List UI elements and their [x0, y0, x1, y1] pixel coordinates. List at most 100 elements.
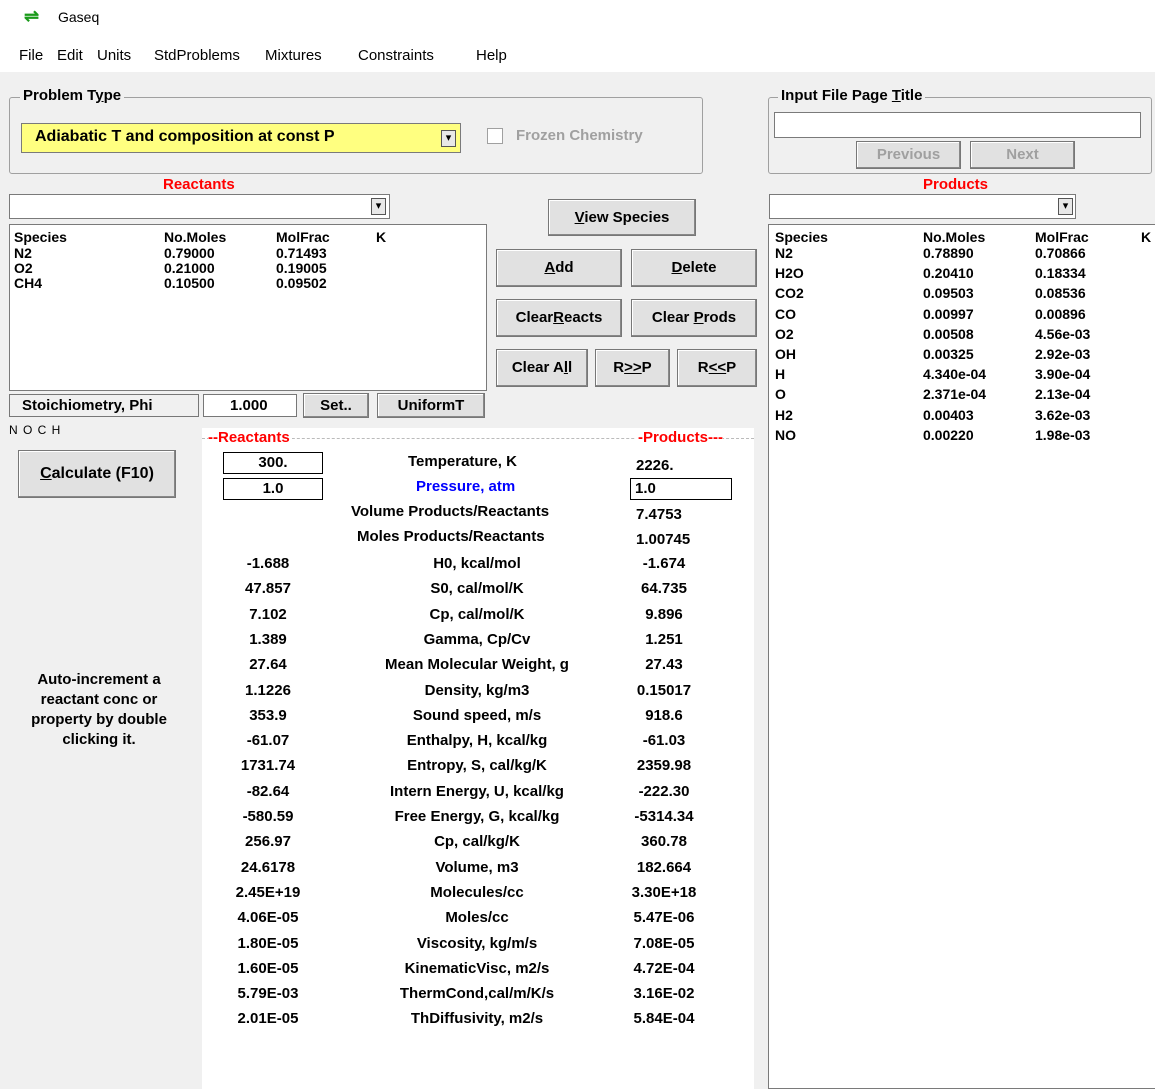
product-value: -5314.34 [634, 808, 694, 825]
previous-button[interactable]: Previous [856, 141, 961, 169]
reactant-moles: 0.79000 [164, 245, 215, 261]
clear-prods-button[interactable]: Clear Prods [631, 299, 757, 337]
product-value: 2359.98 [636, 757, 692, 775]
result-row[interactable]: -61.07 Enthalpy, H, kcal/kg -61.03 [202, 732, 752, 757]
menu-bar: File Edit Units StdProblems Mixtures Con… [0, 36, 1155, 72]
product-species: N2 [775, 245, 793, 261]
reactant-value: 1.60E-05 [237, 959, 299, 977]
reactant-value: 1.1226 [245, 681, 291, 699]
dropdown-arrow-icon[interactable]: ▾ [1058, 198, 1073, 215]
reactant-value: 7.102 [249, 605, 287, 623]
property-label: KinematicVisc, m2/s [404, 959, 550, 977]
set-button[interactable]: Set.. [303, 393, 369, 418]
result-row[interactable]: 4.06E-05 Moles/cc 5.47E-06 [202, 909, 752, 934]
uniform-t-button[interactable]: UniformT [377, 393, 485, 418]
reactant-value: 1.389 [249, 630, 287, 648]
reactant-value: 256.97 [245, 833, 291, 851]
result-row[interactable]: -1.688 H0, kcal/mol -1.674 [202, 555, 752, 580]
property-label: ThDiffusivity, m2/s [410, 1010, 544, 1028]
problem-type-select[interactable]: Adiabatic T and composition at const P ▾ [21, 123, 461, 153]
reactant-molfrac: 0.71493 [276, 245, 327, 261]
problem-type-label: Problem Type [20, 87, 125, 104]
result-row[interactable]: 5.79E-03 ThermCond,cal/m/K/s 3.16E-02 [202, 985, 752, 1010]
result-row[interactable]: 256.97 Cp, cal/kg/K 360.78 [202, 833, 752, 858]
result-row[interactable]: 1.60E-05 KinematicVisc, m2/s 4.72E-04 [202, 960, 752, 985]
menu-edit[interactable]: Edit [57, 47, 83, 64]
reactants-species-select[interactable]: ▾ [9, 194, 390, 219]
result-row[interactable]: 353.9 Sound speed, m/s 918.6 [202, 707, 752, 732]
product-moles: 0.78890 [923, 245, 974, 261]
result-row[interactable]: 47.857 S0, cal/mol/K 64.735 [202, 580, 752, 605]
dropdown-arrow-icon[interactable]: ▾ [441, 130, 456, 147]
clear-reacts-button[interactable]: ClearReacts [496, 299, 622, 337]
menu-help[interactable]: Help [476, 47, 507, 64]
menu-constraints[interactable]: Constraints [358, 47, 434, 64]
reactant-temperature-input[interactable]: 300. [223, 452, 323, 474]
property-label: ThermCond,cal/m/K/s [399, 985, 555, 1003]
reactant-species: O2 [14, 260, 33, 276]
product-molfrac: 0.70866 [1035, 245, 1086, 261]
reactant-molfrac: 0.19005 [276, 260, 327, 276]
product-species: CO [775, 305, 796, 322]
menu-file[interactable]: File [19, 47, 43, 64]
page-title-input[interactable] [774, 112, 1141, 138]
reactant-moles: 0.21000 [164, 260, 215, 276]
view-species-button[interactable]: View Species [548, 199, 696, 236]
product-moles: 0.00997 [923, 305, 974, 322]
menu-stdproblems[interactable]: StdProblems [154, 47, 240, 64]
frozen-chemistry-checkbox[interactable] [487, 128, 503, 144]
result-row[interactable]: 1.80E-05 Viscosity, kg/m/s 7.08E-05 [202, 935, 752, 960]
stoich-label-box: Stoichiometry, Phi [9, 394, 199, 417]
calculate-button[interactable]: Calculate (F10) [18, 450, 176, 498]
reactant-value: 1.80E-05 [237, 934, 299, 952]
result-row[interactable]: 2.45E+19 Molecules/cc 3.30E+18 [202, 884, 752, 909]
add-button[interactable]: Add [496, 249, 622, 287]
product-value: 3.30E+18 [631, 883, 697, 901]
reactant-pressure-input[interactable]: 1.0 [223, 478, 323, 500]
result-row[interactable]: -82.64 Intern Energy, U, kcal/kg -222.30 [202, 783, 752, 808]
product-species: H2 [775, 406, 793, 423]
product-pressure-input[interactable]: 1.0 [630, 478, 732, 500]
product-species: CO2 [775, 285, 804, 302]
result-row[interactable]: 1.389 Gamma, Cp/Cv 1.251 [202, 631, 752, 656]
product-value: 5.84E-04 [633, 1010, 695, 1028]
products-species-select[interactable]: ▾ [769, 194, 1076, 219]
result-row[interactable]: 1731.74 Entropy, S, cal/kg/K 2359.98 [202, 757, 752, 782]
result-row[interactable]: 7.102 Cp, cal/mol/K 9.896 [202, 606, 752, 631]
stoich-value-field[interactable]: 1.000 [203, 394, 297, 417]
products-list[interactable]: Species No.Moles MolFrac K N2 0.78890 0.70… [768, 224, 1155, 1089]
product-value: 182.664 [636, 858, 692, 876]
property-label: Sound speed, m/s [412, 706, 542, 724]
clear-all-button[interactable]: Clear All [496, 349, 588, 387]
product-value: -61.03 [642, 732, 686, 750]
reactants-to-products-button[interactable]: R>>P [595, 349, 670, 387]
product-moles: 0.00508 [923, 325, 974, 342]
result-row[interactable]: 2.01E-05 ThDiffusivity, m2/s 5.84E-04 [202, 1010, 752, 1035]
products-to-reactants-button[interactable]: R<<P [677, 349, 757, 387]
result-row[interactable]: 1.1226 Density, kg/m3 0.15017 [202, 682, 752, 707]
result-row[interactable]: 27.64 Mean Molecular Weight, g 27.43 [202, 656, 752, 681]
results-panel: --Reactants -Products--- 300. Temperatur… [202, 428, 754, 1089]
next-button[interactable]: Next [970, 141, 1075, 169]
property-label: Density, kg/m3 [424, 681, 530, 699]
dropdown-arrow-icon[interactable]: ▾ [371, 198, 386, 215]
reactant-value: 353.9 [249, 706, 287, 724]
reactant-value: 2.45E+19 [235, 883, 301, 901]
reactant-value: 5.79E-03 [237, 985, 299, 1003]
product-moles: 0.00325 [923, 346, 974, 362]
property-label: Cp, cal/mol/K [429, 605, 525, 623]
product-value: 64.735 [641, 580, 687, 598]
result-row[interactable]: -580.59 Free Energy, G, kcal/kg -5314.34 [202, 808, 752, 833]
reactant-value: -580.59 [242, 808, 294, 825]
reactant-value: 4.06E-05 [237, 909, 299, 927]
result-row[interactable]: 24.6178 Volume, m3 182.664 [202, 859, 752, 884]
product-value: -222.30 [638, 782, 690, 800]
product-temperature-value[interactable]: 2226. [636, 457, 674, 474]
delete-button[interactable]: Delete [631, 249, 757, 287]
reactants-list[interactable]: Species No.Moles MolFrac K N2 0.79000 0.71… [9, 224, 487, 391]
property-label: Entropy, S, cal/kg/K [407, 757, 547, 775]
menu-mixtures[interactable]: Mixtures [265, 47, 322, 64]
menu-units[interactable]: Units [97, 47, 131, 64]
reactant-species: CH4 [14, 275, 43, 291]
product-value: -1.674 [642, 555, 686, 572]
